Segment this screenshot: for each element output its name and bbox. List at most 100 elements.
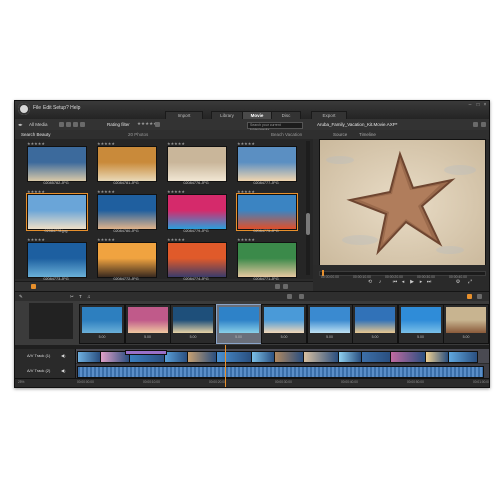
loop-icon[interactable]: ⟲ (367, 280, 373, 285)
timeline-clip[interactable] (77, 351, 101, 363)
preview-filename: Aruba_Family_Vacation_Kit.Movie.AXP* (317, 122, 398, 127)
collection-name[interactable]: Search Beauty (21, 132, 51, 137)
library-thumbnail[interactable]: ★★★★★ 02084776.JPG (163, 141, 229, 189)
scissors-icon[interactable]: ✂ (70, 294, 74, 300)
layout-icon[interactable] (287, 294, 292, 299)
step-forward-icon[interactable]: ▸ (418, 280, 424, 285)
ruler-timecode: 00:00:40.00 (341, 380, 358, 384)
back-icon[interactable]: ◂▸ (18, 122, 23, 128)
timeline-clip[interactable] (164, 351, 188, 363)
settings-icon[interactable]: ⚙ (455, 280, 461, 285)
timeline-clip[interactable] (216, 351, 252, 363)
library-thumbnail[interactable]: ★★★★★ 02084775.JPG (233, 189, 299, 237)
maximize-icon[interactable]: □ (475, 103, 481, 108)
expand-icon[interactable]: ⤢ (467, 280, 473, 285)
app-logo-icon (18, 103, 30, 115)
storyboard-clip[interactable]: 5.00 (170, 304, 216, 344)
grid-scrollbar-thumb[interactable] (306, 213, 310, 235)
tag-icon[interactable] (155, 122, 160, 127)
ruler-timecode: 00:00:30.00 (275, 380, 292, 384)
library-thumbnail[interactable]: ★★★★★ 02084771.JPG (233, 237, 299, 285)
track-a-speaker-icon[interactable]: ◀) (61, 353, 65, 358)
timeline-clip[interactable] (425, 351, 449, 363)
timeline-clip[interactable] (251, 351, 275, 363)
library-thumbnail[interactable]: ★★★★★ 02084780.JPG (93, 189, 159, 237)
sort-icon[interactable] (80, 122, 85, 127)
track-a-name[interactable]: A/V Track (1) (27, 353, 50, 358)
storyboard-clip[interactable]: 5.00 (397, 304, 444, 344)
playhead[interactable] (225, 345, 226, 387)
storyboard-view-icon[interactable] (31, 284, 36, 289)
track-b-name[interactable]: A/V Track (2) (27, 368, 50, 373)
clip-duration: 5.00 (235, 335, 242, 339)
mixer-icon[interactable] (477, 294, 482, 299)
storyboard-clip-image (173, 307, 213, 333)
library-thumbnail[interactable]: ★★★★★ 02084772.JPG (93, 237, 159, 285)
timeline-clip[interactable] (390, 351, 426, 363)
thumbnail-filename: 02084776.JPG (183, 181, 209, 185)
view-icon[interactable] (59, 122, 64, 127)
close-icon[interactable]: × (482, 103, 488, 108)
text-icon[interactable]: T (79, 294, 82, 299)
storyboard-clip[interactable]: 5.00 (215, 304, 262, 344)
search-input[interactable]: Search your current folder/media... (247, 122, 303, 132)
rating-filter-label[interactable]: Rating filter (107, 122, 130, 127)
minimize-icon[interactable]: – (467, 103, 473, 108)
storyboard-clip[interactable]: 5.00 (352, 304, 398, 344)
track-b-speaker-icon[interactable]: ◀) (61, 368, 65, 373)
timeline-clip[interactable] (361, 351, 391, 363)
preview-timecode: 00:00:40.00 (449, 275, 467, 279)
timeline-clip[interactable] (274, 351, 304, 363)
zoom-level[interactable]: 25% (18, 380, 24, 384)
grid-scrollbar[interactable] (306, 141, 310, 275)
storyboard-clip[interactable]: 5.00 (79, 304, 125, 344)
storyboard-clip[interactable]: 5.00 (261, 304, 307, 344)
title-clip[interactable] (125, 350, 167, 355)
zoom-out-icon[interactable] (275, 284, 280, 289)
timeline-clip[interactable] (303, 351, 339, 363)
library-thumbnail[interactable]: ★★★★★ 02084779.JPG (163, 189, 229, 237)
go-to-start-icon[interactable]: ⏮ (392, 280, 398, 285)
record-icon[interactable] (467, 294, 472, 299)
fullscreen-icon[interactable] (481, 122, 486, 127)
library-thumbnail[interactable]: ★★★★★ 02084774.JPG (163, 237, 229, 285)
menu-file[interactable]: File (33, 105, 41, 111)
list-icon[interactable] (73, 122, 78, 127)
menu-edit[interactable]: Edit (43, 105, 52, 111)
audio-icon[interactable]: ♫ (87, 294, 90, 299)
library-thumbnail[interactable]: ★★★★★ 02084773.JPG (23, 237, 89, 285)
storyboard-clip[interactable]: 5.00 (443, 304, 489, 344)
storyboard-clip[interactable]: 5.00 (306, 304, 353, 344)
library-thumbnail[interactable]: ★★★★★ 02084777.JPG (233, 141, 299, 189)
menu-help[interactable]: ? Help (66, 105, 80, 111)
preview-timecode: 00:00:20.00 (385, 275, 403, 279)
go-to-end-icon[interactable]: ⏭ (426, 280, 432, 285)
track-b[interactable] (15, 364, 489, 378)
track-a[interactable] (15, 349, 489, 363)
timeline-clip[interactable] (187, 351, 217, 363)
location-label[interactable]: All Media (29, 122, 48, 127)
preview-timecode: 00:00:30.00 (417, 275, 435, 279)
tab-source[interactable]: Source (333, 132, 347, 137)
timeline-ruler[interactable]: 25% 00:00:00.00 00:00:10.00 00:00:20.00 00:… (15, 378, 489, 387)
storyboard-clip[interactable]: 5.00 (124, 304, 171, 344)
step-back-icon[interactable]: ◂ (400, 280, 406, 285)
tab-timeline[interactable]: Timeline (359, 132, 376, 137)
zoom-in-icon[interactable] (283, 284, 288, 289)
detach-icon[interactable] (473, 122, 478, 127)
clip-duration: 5.00 (189, 335, 197, 339)
library-thumbnail[interactable]: ★★★★★ 02085782.JPG (23, 141, 89, 189)
preview-player[interactable] (319, 139, 486, 267)
play-icon[interactable]: ▶ (409, 280, 415, 285)
timeline-clip[interactable] (448, 351, 478, 363)
storyboard-empty-slot[interactable] (29, 303, 73, 339)
volume-icon[interactable]: ♪ (377, 280, 383, 285)
audio-clip[interactable] (77, 366, 484, 378)
filter-icon[interactable] (66, 122, 71, 127)
tools-icon[interactable]: ✎ (19, 294, 23, 300)
timeline-clip[interactable] (338, 351, 362, 363)
library-thumbnail[interactable]: ★★★★★ 02084778.jpg (23, 189, 89, 237)
menu-setup[interactable]: Setup (53, 105, 66, 111)
storyboard-icon[interactable] (299, 294, 304, 299)
library-thumbnail[interactable]: ★★★★★ 02084781.JPG (93, 141, 159, 189)
